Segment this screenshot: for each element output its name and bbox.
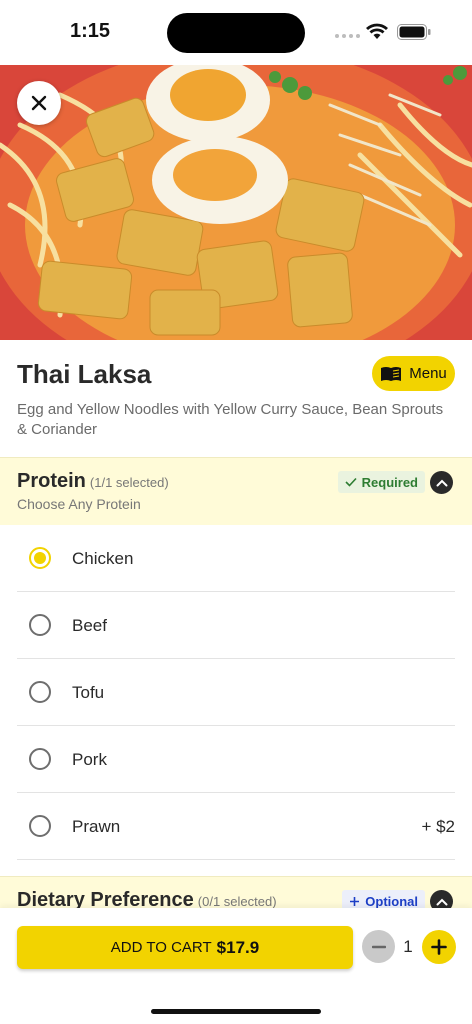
radio-unselected[interactable] [29, 614, 51, 636]
radio-unselected[interactable] [29, 748, 51, 770]
close-button[interactable] [17, 81, 61, 125]
status-time: 1:15 [70, 20, 111, 42]
required-badge: Required [337, 471, 425, 493]
option-prawn[interactable]: Prawn + $2 [17, 793, 455, 860]
plus-icon [431, 939, 447, 955]
chevron-up-icon [436, 898, 447, 905]
option-chicken[interactable]: Chicken [17, 525, 455, 592]
optional-badge-label: Optional [365, 893, 418, 909]
option-beef[interactable]: Beef [17, 592, 455, 659]
bottom-cart-bar: ADD TO CART $17.9 1 [0, 908, 472, 1024]
cellular-signal-icon [335, 34, 360, 38]
option-label: Pork [72, 750, 107, 769]
wifi-icon [366, 23, 388, 39]
add-to-cart-label: ADD TO CART [110, 939, 212, 956]
radio-unselected[interactable] [29, 681, 51, 703]
cart-price: $17.9 [216, 937, 260, 957]
item-title: Thai Laksa [17, 359, 152, 389]
battery-icon [397, 24, 431, 40]
menu-button[interactable]: Menu [372, 356, 455, 391]
book-icon [381, 366, 402, 381]
option-price: + $2 [421, 817, 455, 836]
quantity-value: 1 [403, 937, 413, 956]
item-header: Thai Laksa Menu [17, 355, 455, 395]
status-bar: 1:15 [0, 0, 472, 65]
check-icon [345, 477, 357, 487]
section-selected-count: (0/1 selected) [197, 894, 277, 909]
section-subtitle: Choose Any Protein [17, 496, 141, 512]
option-label: Tofu [72, 683, 105, 702]
section-title: Protein (1/1 selected) [17, 470, 169, 493]
section-selected-count: (1/1 selected) [89, 475, 169, 490]
dynamic-island [167, 13, 305, 53]
hero-food-image [0, 65, 472, 340]
section-title-text: Protein [17, 470, 86, 492]
option-label: Chicken [72, 549, 134, 568]
section-header-protein[interactable]: Protein (1/1 selected) Choose Any Protein… [0, 457, 472, 525]
chevron-up-icon [436, 479, 447, 486]
option-label: Prawn [72, 817, 121, 836]
required-badge-label: Required [361, 474, 418, 490]
option-tofu[interactable]: Tofu [17, 659, 455, 726]
radio-unselected[interactable] [29, 815, 51, 837]
collapse-button[interactable] [430, 471, 453, 494]
home-indicator[interactable] [151, 1009, 321, 1014]
close-icon [31, 95, 47, 111]
option-pork[interactable]: Pork [17, 726, 455, 793]
option-label: Beef [72, 616, 107, 635]
plus-icon [350, 896, 360, 906]
item-description: Egg and Yellow Noodles with Yellow Curry… [17, 401, 444, 438]
protein-options: Chicken Beef Tofu Pork Prawn + $2 [0, 525, 472, 860]
radio-selected[interactable] [29, 547, 51, 569]
quantity-decrease-button[interactable] [362, 930, 395, 963]
add-to-cart-button[interactable]: ADD TO CART $17.9 [17, 926, 353, 969]
minus-icon [371, 945, 386, 948]
quantity-increase-button[interactable] [422, 930, 456, 964]
menu-button-label: Menu [409, 365, 447, 382]
